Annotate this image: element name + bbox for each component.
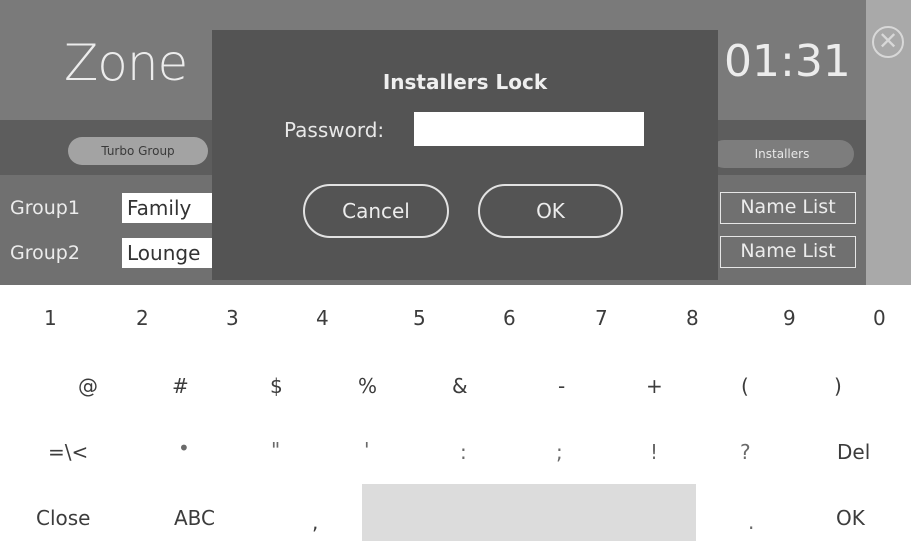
key-2[interactable]: 2 xyxy=(136,308,149,328)
key-apostrophe[interactable]: ' xyxy=(364,440,370,460)
key-4[interactable]: 4 xyxy=(316,308,329,328)
dialog-title: Installers Lock xyxy=(382,70,548,94)
key-close-paren[interactable]: ) xyxy=(834,376,842,396)
key-semicolon[interactable]: ; xyxy=(556,442,563,462)
space-bar[interactable] xyxy=(362,484,696,541)
key-8[interactable]: 8 xyxy=(686,308,699,328)
key-9[interactable]: 9 xyxy=(783,308,796,328)
key-colon[interactable]: : xyxy=(460,442,467,462)
key-minus[interactable]: - xyxy=(558,376,565,396)
key-bullet[interactable]: • xyxy=(178,438,190,458)
key-percent[interactable]: % xyxy=(358,376,377,396)
key-1[interactable]: 1 xyxy=(44,308,57,328)
password-label: Password: xyxy=(284,118,385,142)
key-5[interactable]: 5 xyxy=(413,308,426,328)
cancel-button[interactable]: Cancel xyxy=(303,184,449,238)
key-ampersand[interactable]: & xyxy=(452,376,468,396)
key-6[interactable]: 6 xyxy=(503,308,516,328)
key-3[interactable]: 3 xyxy=(226,308,239,328)
group2-label: Group2 xyxy=(10,242,80,264)
key-dollar[interactable]: $ xyxy=(270,376,283,396)
key-period[interactable]: . xyxy=(748,512,754,532)
installers-lock-dialog: Installers Lock Password: Cancel OK xyxy=(212,30,718,280)
tab-turbo-group[interactable]: Turbo Group xyxy=(68,137,208,165)
group1-label: Group1 xyxy=(10,197,80,219)
key-0[interactable]: 0 xyxy=(873,308,886,328)
group2-name-list-button[interactable]: Name List xyxy=(720,236,856,268)
key-double-quote[interactable]: " xyxy=(271,440,280,460)
password-input[interactable] xyxy=(414,112,644,146)
group1-name-list-button[interactable]: Name List xyxy=(720,192,856,224)
key-hash[interactable]: # xyxy=(172,376,189,396)
key-comma[interactable]: , xyxy=(312,512,318,532)
key-open-paren[interactable]: ( xyxy=(741,376,749,396)
key-equals-backslash-less[interactable]: =\< xyxy=(48,442,88,462)
key-exclamation[interactable]: ! xyxy=(650,442,658,462)
app-title: Zone xyxy=(64,34,188,92)
tab-installers[interactable]: Installers xyxy=(710,140,854,168)
key-abc[interactable]: ABC xyxy=(174,508,215,528)
key-question[interactable]: ? xyxy=(740,442,751,462)
key-delete[interactable]: Del xyxy=(837,442,870,462)
key-plus[interactable]: + xyxy=(646,376,663,396)
ok-button[interactable]: OK xyxy=(478,184,623,238)
key-7[interactable]: 7 xyxy=(595,308,608,328)
key-close[interactable]: Close xyxy=(36,508,90,528)
group1-name-field[interactable]: Family xyxy=(122,193,212,223)
key-at[interactable]: @ xyxy=(78,376,98,396)
clock: 01:31 xyxy=(724,36,851,87)
close-circle-icon[interactable]: ✕ xyxy=(872,26,904,58)
key-ok[interactable]: OK xyxy=(836,508,865,528)
group2-name-field[interactable]: Lounge xyxy=(122,238,212,268)
